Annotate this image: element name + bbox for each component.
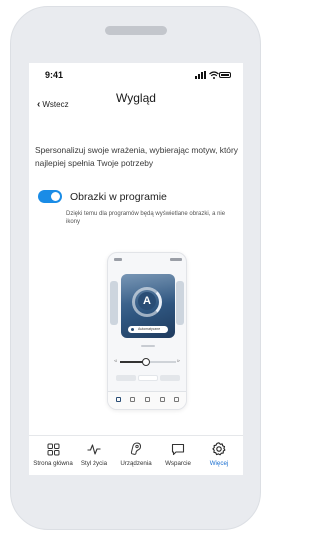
app-screen: 9:41 ‹ Wstecz Wygląd Spersonalizuj swoje… [29, 63, 243, 475]
status-bar: 9:41 [29, 63, 243, 85]
preview-status-bar [114, 258, 182, 262]
nav-label-more: Więcej [209, 460, 229, 467]
status-icons [195, 71, 231, 79]
nav-item-more[interactable]: Więcej [195, 442, 243, 467]
nav-item-lifestyle[interactable]: Styl życia [70, 442, 118, 467]
chat-bubble-icon [171, 443, 185, 455]
preview-volume-slider [120, 358, 176, 366]
program-dot-icon [131, 328, 134, 331]
activity-icon [87, 443, 101, 455]
program-pill: Automatyczne [128, 326, 168, 333]
preview-left-card [110, 281, 118, 325]
volume-down-icon: ◃ [114, 358, 117, 364]
toggle-knob [51, 192, 60, 201]
intro-text: Spersonalizuj swoje wrażenia, wybierając… [35, 145, 238, 168]
wifi-icon [209, 71, 219, 79]
nav-label-lifestyle: Styl życia [80, 460, 108, 467]
images-setting-row: Obrazki w programie [38, 190, 167, 203]
program-name: Automatyczne [138, 327, 161, 331]
volume-up-icon: ▹ [177, 358, 180, 364]
page-title: Wygląd [116, 91, 156, 105]
bottom-nav: Strona główna Styl życia Urządzenia Wspa… [29, 435, 243, 475]
program-letter: A [138, 292, 156, 310]
nav-label-devices: Urządzenia [120, 460, 152, 467]
images-toggle-description: Dzięki temu dla programów będą wyświetla… [66, 211, 226, 225]
battery-icon [219, 72, 231, 78]
preview-right-card [176, 281, 184, 325]
preview-tabs [116, 375, 180, 381]
hearing-aid-icon [130, 442, 142, 455]
images-toggle-label: Obrazki w programie [70, 190, 167, 203]
preview-slider-knob [142, 358, 150, 366]
gear-icon [212, 442, 226, 456]
home-grid-icon [47, 443, 59, 455]
preview-page-indicator [141, 345, 155, 347]
images-toggle[interactable] [38, 190, 62, 203]
preview-bottom-nav [108, 391, 186, 409]
nav-item-devices[interactable]: Urządzenia [112, 442, 160, 467]
status-time: 9:41 [45, 70, 64, 80]
preview-image: A Automatyczne ◃ ▹ [107, 252, 187, 410]
device-speaker [105, 26, 167, 35]
preview-program-card: A Automatyczne [121, 274, 175, 338]
